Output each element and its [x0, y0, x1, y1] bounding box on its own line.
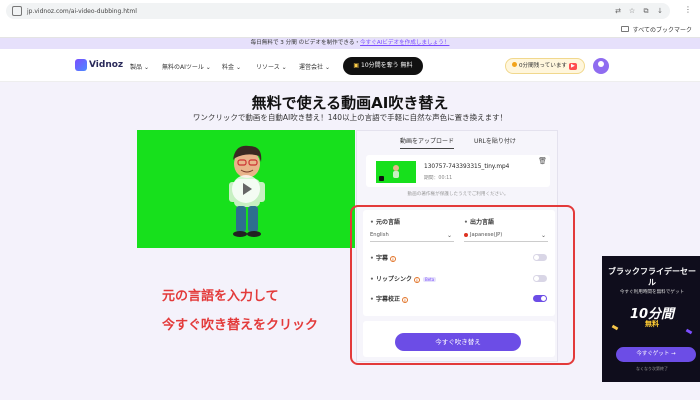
nav-item-free-ai-tools[interactable]: 無料のAIツール ⌄: [162, 62, 211, 71]
extensions-icon[interactable]: ⧉: [642, 7, 650, 15]
chevron-down-icon: ⌄: [281, 64, 287, 71]
logo[interactable]: Vidnoz: [75, 59, 123, 71]
nav-item-company[interactable]: 運営会社 ⌄: [299, 62, 330, 71]
annotation-line-1: 元の言語を入力して: [162, 289, 279, 304]
ad-get-button[interactable]: 今すぐゲット →: [616, 347, 696, 362]
upload-tabs: 動画をアップロード URLを貼り付け: [357, 136, 557, 150]
nav-label: 無料のAIツール: [162, 64, 204, 71]
chevron-down-icon: ⌄: [143, 64, 149, 71]
translate-icon[interactable]: ⇄: [614, 7, 622, 15]
promo-text: 毎日無料で 3 分間 のビデオを制作できる・: [250, 40, 361, 46]
uploaded-file-card: 130757-743393315_tiny.mp4 期間：00:11 🗑: [366, 155, 550, 187]
download-icon[interactable]: ↓: [656, 7, 664, 15]
gift-icon: ▣: [353, 62, 360, 69]
all-bookmarks[interactable]: すべてのブックマーク: [633, 25, 692, 34]
timer-badge: ▶: [569, 63, 577, 70]
nav-label: 運営会社: [299, 64, 324, 71]
thumbnail-character: [379, 165, 399, 181]
trash-icon[interactable]: 🗑: [538, 157, 547, 165]
file-duration: 期間：00:11: [424, 176, 453, 181]
black-friday-ad[interactable]: ブラックフライデーセール 今すぐ利用時間を無料でゲット 10分間 無料 今すぐゲ…: [602, 256, 700, 382]
nav-item-products[interactable]: 製品 ⌄: [130, 62, 149, 71]
tab-paste-url[interactable]: URLを貼り付け: [474, 136, 516, 145]
nav-item-pricing[interactable]: 料金 ⌄: [222, 62, 241, 71]
nav-item-resources[interactable]: リソース ⌄: [256, 62, 287, 71]
address-bar[interactable]: jp.vidnoz.com/ai-video-dubbing.html ⇄ ☆ …: [6, 3, 670, 19]
chevron-down-icon: ⌄: [205, 64, 211, 71]
chevron-down-icon: ⌄: [235, 64, 241, 71]
get-free-minutes-button[interactable]: ▣ 10分間を奪う 無料: [343, 57, 423, 75]
promo-link[interactable]: 今すぐAIビデオを作成しましょう！: [360, 40, 449, 46]
bookmark-bar: すべてのブックマーク: [0, 21, 700, 37]
browser-chrome: jp.vidnoz.com/ai-video-dubbing.html ⇄ ☆ …: [0, 0, 700, 38]
folder-icon: [620, 26, 629, 32]
copyright-notice: 動画の著作権が保護したうえでご利用ください。: [407, 192, 509, 197]
ad-footnote: なくなり次第終了: [636, 366, 668, 371]
logo-text: Vidnoz: [89, 60, 124, 70]
site-info-icon[interactable]: [12, 6, 22, 16]
promo-banner: 毎日無料で 3 分間 のビデオを制作できる・今すぐAIビデオを作成しましょう！: [0, 38, 700, 49]
annotation-line-2: 今すぐ吹き替えをクリック: [162, 318, 319, 333]
clock-icon: [512, 62, 517, 67]
remaining-minutes-pill[interactable]: 0分間残っています ▶: [505, 58, 585, 74]
browser-menu-icon[interactable]: ⋮: [684, 6, 692, 14]
nav-label: リソース: [256, 64, 280, 71]
chevron-down-icon: ⌄: [324, 64, 330, 71]
confetti-icon: [685, 328, 693, 335]
nav-label: 料金: [222, 64, 235, 71]
star-icon[interactable]: ☆: [628, 7, 636, 15]
page-title: 無料で使える動画AI吹き替え: [251, 94, 449, 112]
site-navbar: Vidnoz 製品 ⌄ 無料のAIツール ⌄ 料金 ⌄ リソース ⌄ 運営会社 …: [0, 49, 700, 82]
timer-label: 0分間残っています: [519, 63, 568, 69]
url-text[interactable]: jp.vidnoz.com/ai-video-dubbing.html: [27, 8, 137, 15]
ad-subtitle: 今すぐ利用時間を無料でゲット: [619, 290, 685, 295]
ad-title: ブラックフライデーセール: [608, 267, 696, 287]
tab-upload-video[interactable]: 動画をアップロード: [400, 136, 455, 149]
video-preview[interactable]: [137, 130, 355, 248]
avatar[interactable]: [593, 58, 609, 74]
cta-label: 10分間を奪う 無料: [361, 62, 413, 69]
nav-label: 製品: [130, 64, 143, 71]
vidnoz-logo-icon: [75, 59, 87, 71]
page-subtitle: ワンクリックで動画を自動AI吹き替え！140以上の言語で手軽に自然な声色に置き換…: [192, 113, 508, 122]
annotation-highlight-box: [350, 205, 575, 365]
play-icon[interactable]: [232, 175, 260, 203]
ad-free-label: 無料: [645, 320, 659, 328]
file-thumbnail: [376, 161, 416, 183]
file-name: 130757-743393315_tiny.mp4: [424, 164, 510, 170]
